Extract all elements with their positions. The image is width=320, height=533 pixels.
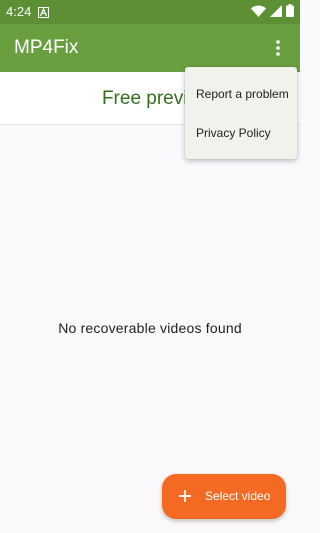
empty-state-message: No recoverable videos found <box>58 320 242 336</box>
status-icons <box>251 4 294 22</box>
wifi-icon <box>251 4 266 22</box>
status-time: 4:24 <box>6 4 32 19</box>
signal-icon <box>270 4 282 22</box>
menu-item-privacy-policy[interactable]: Privacy Policy <box>196 126 271 140</box>
overflow-menu: Report a problem Privacy Policy <box>185 67 297 159</box>
battery-icon <box>286 4 294 22</box>
app-title: MP4Fix <box>14 37 79 58</box>
select-video-label: Select video <box>205 489 271 503</box>
select-video-button[interactable]: Select video <box>162 474 286 519</box>
menu-item-report-problem[interactable]: Report a problem <box>196 87 289 101</box>
app-bar: MP4Fix <box>0 24 300 72</box>
status-bar: 4:24 <box>0 0 300 24</box>
more-vert-icon[interactable] <box>270 38 286 58</box>
plus-icon <box>178 489 192 503</box>
notification-a-icon <box>38 5 49 23</box>
